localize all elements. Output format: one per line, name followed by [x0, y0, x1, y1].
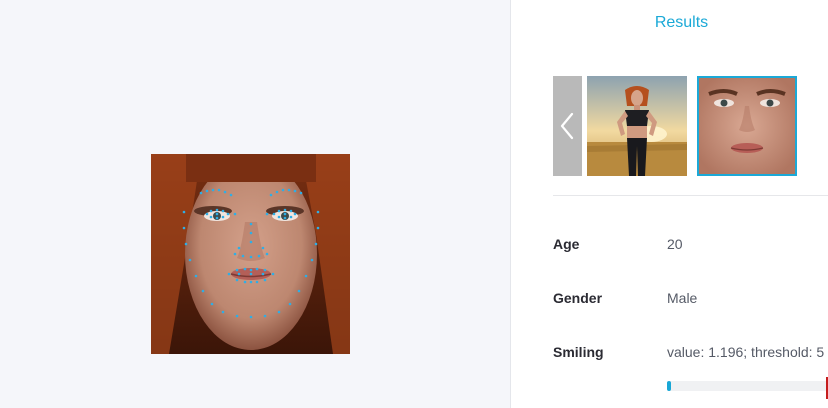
- gender-value: Male: [667, 290, 698, 306]
- section-divider: [553, 195, 828, 196]
- smiling-label: Smiling: [553, 344, 604, 360]
- age-value: 20: [667, 236, 683, 252]
- chevron-left-icon: [560, 112, 574, 140]
- smiling-progress-track: [667, 381, 828, 391]
- face-image: [151, 154, 350, 354]
- age-label: Age: [553, 236, 580, 252]
- previous-image-button[interactable]: [553, 76, 582, 176]
- gender-label: Gender: [553, 290, 603, 306]
- results-panel: Results Age 20 Gender Male Smiling value…: [511, 0, 828, 408]
- smiling-progress-fill: [667, 381, 671, 391]
- face-crop-thumbnail[interactable]: [697, 76, 797, 176]
- full-photo-thumbnail[interactable]: [587, 76, 687, 176]
- image-preview-pane: [0, 0, 510, 408]
- smiling-value: value: 1.196; threshold: 5: [667, 344, 825, 360]
- results-title: Results: [654, 14, 709, 31]
